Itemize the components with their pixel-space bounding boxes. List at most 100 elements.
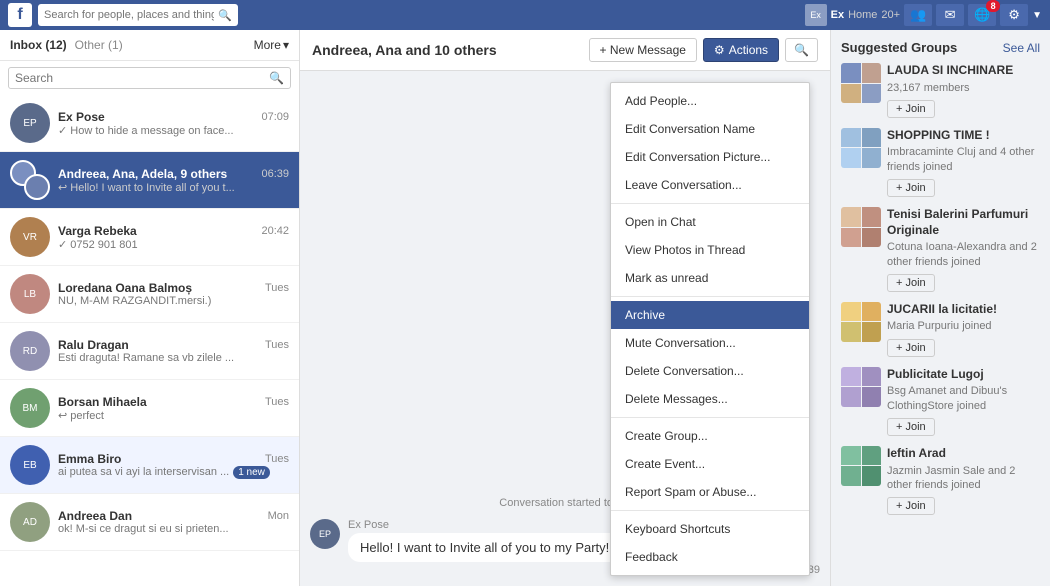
avatar: EB (10, 445, 50, 485)
group-info: SHOPPING TIME ! Imbracaminte Cluj and 4 … (887, 128, 1040, 197)
search-conversation-button[interactable]: 🔍 (785, 38, 818, 62)
dropdown-item-create-event[interactable]: Create Event... (611, 450, 809, 478)
message-preview: ↩ Hello! I want to Invite all of you t..… (58, 181, 289, 194)
message-preview: ✓ How to hide a message on face... (58, 124, 289, 137)
group-info: LAUDA SI INCHINARE 23,167 members + Join (887, 63, 1040, 118)
group-name: LAUDA SI INCHINARE (887, 63, 1040, 79)
settings-icon-btn[interactable]: ⚙ (1000, 4, 1028, 26)
gear-icon: ⚙ (714, 43, 725, 57)
group-meta: Jazmin Jasmin Sale and 2 other friends j… (887, 464, 1040, 493)
nav-avatar[interactable]: Ex (805, 4, 827, 26)
message-time: 20:42 (261, 225, 289, 237)
sender-name: Loredana Oana Balmoș (58, 281, 192, 295)
avatar: RD (10, 331, 50, 371)
new-message-button[interactable]: + New Message (589, 38, 697, 62)
avatar: VR (10, 217, 50, 257)
sender-name: Ralu Dragan (58, 338, 129, 352)
bubble-text: Hello! I want to Invite all of you to my… (348, 533, 621, 562)
dropdown-item-delete-conv[interactable]: Delete Conversation... (611, 357, 809, 385)
dropdown-item-mute[interactable]: Mute Conversation... (611, 329, 809, 357)
message-content: Andreea Dan Mon ok! M-si ce dragut si eu… (58, 509, 289, 535)
join-group-button[interactable]: + Join (887, 418, 935, 436)
group-name: Publicitate Lugoj (887, 367, 1040, 383)
dropdown-section-3: Archive Mute Conversation... Delete Conv… (611, 297, 809, 418)
message-content: Ex Pose 07:09 ✓ How to hide a message on… (58, 110, 289, 137)
nav-dropdown-arrow[interactable]: ▼ (1032, 10, 1042, 21)
left-panel: Inbox (12) Other (1) More ▾ 🔍 EP Ex Pose… (0, 30, 300, 586)
top-navigation: f 🔍 Ex Ex Home 20+ 👥 ✉ 🌐 8 ⚙ ▼ (0, 0, 1050, 30)
join-group-button[interactable]: + Join (887, 274, 935, 292)
sender-name: Andreea Dan (58, 509, 132, 523)
dropdown-item-feedback[interactable]: Feedback (611, 543, 809, 571)
group-thumbnail (841, 446, 881, 486)
dropdown-section-4: Create Group... Create Event... Report S… (611, 418, 809, 511)
notifications-icon-btn[interactable]: 🌐 8 (968, 4, 996, 26)
search-input[interactable] (44, 9, 214, 21)
group-meta: 23,167 members (887, 81, 1040, 95)
message-preview: ✓ 0752 901 801 (58, 238, 289, 251)
inbox-search-input[interactable] (15, 71, 265, 85)
center-panel: Andreea, Ana and 10 others + New Message… (300, 30, 830, 586)
group-thumbnail (841, 63, 881, 103)
dropdown-item-open-chat[interactable]: Open in Chat (611, 208, 809, 236)
list-item[interactable]: VR Varga Rebeka 20:42 ✓ 0752 901 801 (0, 209, 299, 266)
sender-name: Ex Pose (58, 110, 105, 124)
avatar: LB (10, 274, 50, 314)
list-item: JUCARII la licitatie! Maria Purpuriu joi… (841, 302, 1040, 357)
message-time: 07:09 (261, 111, 289, 123)
join-group-button[interactable]: + Join (887, 339, 935, 357)
dropdown-item-add-people[interactable]: Add People... (611, 87, 809, 115)
dropdown-item-view-photos[interactable]: View Photos in Thread (611, 236, 809, 264)
actions-label: Actions (729, 43, 768, 57)
dropdown-item-create-group[interactable]: Create Group... (611, 422, 809, 450)
more-label: More (254, 38, 281, 52)
actions-button[interactable]: ⚙ Actions (703, 38, 779, 62)
dropdown-item-report-spam[interactable]: Report Spam or Abuse... (611, 478, 809, 506)
message-time: Tues (265, 396, 289, 408)
nav-username[interactable]: Ex (831, 9, 844, 21)
more-button[interactable]: More ▾ (254, 38, 289, 52)
join-group-button[interactable]: + Join (887, 179, 935, 197)
group-thumbnail (841, 302, 881, 342)
see-all-link[interactable]: See All (1003, 41, 1040, 55)
conversation-actions: + New Message ⚙ Actions 🔍 (589, 38, 818, 62)
search-bar[interactable]: 🔍 (38, 4, 238, 26)
dropdown-item-archive[interactable]: Archive (611, 301, 809, 329)
message-content: Andreea, Ana, Adela, 9 others 06:39 ↩ He… (58, 167, 289, 194)
dropdown-item-edit-name[interactable]: Edit Conversation Name (611, 115, 809, 143)
group-thumbnail (841, 128, 881, 168)
message-preview: ok! M-si ce dragut si eu si prieten... (58, 523, 289, 535)
message-content: Borsan Mihaela Tues ↩ perfect (58, 395, 289, 422)
list-item[interactable]: BM Borsan Mihaela Tues ↩ perfect (0, 380, 299, 437)
list-item[interactable]: RD Ralu Dragan Tues Esti draguta! Ramane… (0, 323, 299, 380)
join-group-button[interactable]: + Join (887, 100, 935, 118)
message-list: EP Ex Pose 07:09 ✓ How to hide a message… (0, 95, 299, 586)
group-info: Publicitate Lugoj Bsg Amanet and Dibuu's… (887, 367, 1040, 436)
friends-icon-btn[interactable]: 👥 (904, 4, 932, 26)
messages-icon-btn[interactable]: ✉ (936, 4, 964, 26)
dropdown-item-keyboard-shortcuts[interactable]: Keyboard Shortcuts (611, 515, 809, 543)
tab-other[interactable]: Other (1) (75, 38, 123, 52)
dropdown-section-2: Open in Chat View Photos in Thread Mark … (611, 204, 809, 297)
facebook-logo[interactable]: f (8, 3, 32, 27)
inbox-search-icon: 🔍 (269, 71, 284, 85)
inbox-search-bar[interactable]: 🔍 (8, 67, 291, 89)
message-preview: NU, M-AM RAZGANDIT.mersi.) (58, 295, 289, 307)
dropdown-item-leave[interactable]: Leave Conversation... (611, 171, 809, 199)
list-item[interactable]: EB Emma Biro Tues ai putea sa vi ayi la … (0, 437, 299, 494)
list-item[interactable]: EP Ex Pose 07:09 ✓ How to hide a message… (0, 95, 299, 152)
dropdown-item-mark-unread[interactable]: Mark as unread (611, 264, 809, 292)
nav-home-link[interactable]: Home (848, 9, 877, 21)
tab-inbox[interactable]: Inbox (12) (10, 38, 67, 52)
avatar: EP (10, 103, 50, 143)
conversation-title: Andreea, Ana and 10 others (312, 42, 497, 58)
group-meta: Bsg Amanet and Dibuu's ClothingStore joi… (887, 384, 1040, 413)
dropdown-item-edit-picture[interactable]: Edit Conversation Picture... (611, 143, 809, 171)
list-item[interactable]: LB Loredana Oana Balmoș Tues NU, M-AM RA… (0, 266, 299, 323)
join-group-button[interactable]: + Join (887, 497, 935, 515)
message-time: Tues (265, 282, 289, 294)
list-item[interactable]: Andreea, Ana, Adela, 9 others 06:39 ↩ He… (0, 152, 299, 209)
group-name: Tenisi Balerini Parfumuri Originale (887, 207, 1040, 238)
list-item[interactable]: AD Andreea Dan Mon ok! M-si ce dragut si… (0, 494, 299, 551)
dropdown-item-delete-messages[interactable]: Delete Messages... (611, 385, 809, 413)
